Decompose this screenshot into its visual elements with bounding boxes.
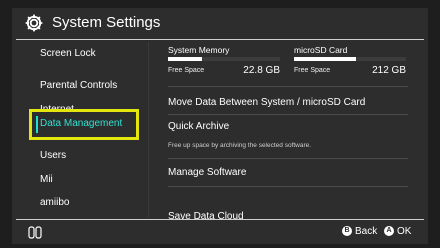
sidebar-item-screen-lock[interactable]: Screen Lock <box>40 48 96 59</box>
microsd-bar <box>294 57 406 61</box>
settings-screen: System Settings Screen Lock Parental Con… <box>12 8 428 244</box>
footer-divider <box>16 219 424 220</box>
gear-icon <box>25 14 43 32</box>
sidebar-item-data-management[interactable]: Data Management <box>29 109 139 140</box>
microsd-label: microSD Card <box>294 45 348 55</box>
system-free-value: 22.8 GB <box>243 65 280 76</box>
back-label: Back <box>355 226 378 237</box>
sidebar-item-amiibo[interactable]: amiibo <box>40 197 69 208</box>
header: System Settings <box>12 8 428 39</box>
divider <box>168 114 408 115</box>
page-title: System Settings <box>52 14 161 31</box>
system-free-label: Free Space <box>168 67 205 74</box>
divider <box>168 86 408 87</box>
move-data-option[interactable]: Move Data Between System / microSD Card <box>168 97 365 108</box>
microsd-panel: microSD Card Free Space 212 GB <box>294 45 406 76</box>
ok-label: OK <box>397 226 412 237</box>
b-button-icon: B <box>342 226 352 237</box>
sidebar-item-users[interactable]: Users <box>40 150 66 161</box>
microsd-free-label: Free Space <box>294 67 331 74</box>
a-button-icon: A <box>384 226 394 237</box>
divider <box>168 186 408 187</box>
system-memory-bar <box>168 57 280 61</box>
joycon-icon <box>28 226 42 239</box>
divider <box>168 158 408 159</box>
ok-hint[interactable]: A OK <box>384 226 411 237</box>
save-data-cloud-option[interactable]: Save Data Cloud <box>168 211 244 222</box>
system-memory-panel: System Memory Free Space 22.8 GB <box>168 45 280 76</box>
quick-archive-option[interactable]: Quick Archive <box>168 121 229 132</box>
manage-software-option[interactable]: Manage Software <box>168 167 246 178</box>
column-divider <box>148 42 149 218</box>
sidebar-item-mii[interactable]: Mii <box>40 174 53 185</box>
sidebar-item-parental-controls[interactable]: Parental Controls <box>40 80 117 91</box>
microsd-free-value: 212 GB <box>372 65 406 76</box>
quick-archive-description: Free up space by archiving the selected … <box>168 142 312 149</box>
system-memory-fill <box>168 57 202 61</box>
back-hint[interactable]: B Back <box>342 226 377 237</box>
microsd-fill <box>294 57 356 61</box>
sidebar-item-label: Data Management <box>40 118 123 129</box>
system-memory-label: System Memory <box>168 45 230 55</box>
